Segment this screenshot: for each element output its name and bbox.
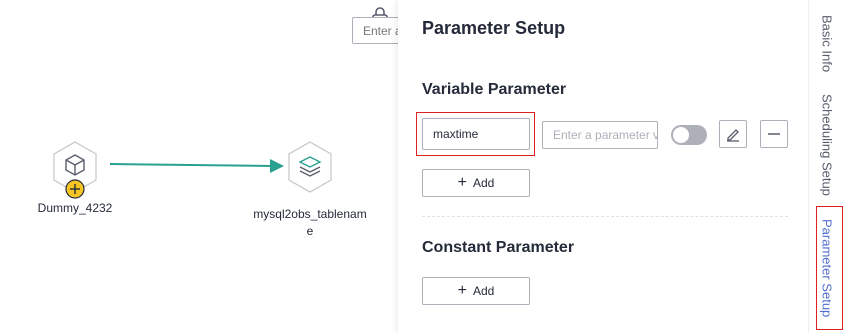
- variable-parameter-title: Variable Parameter: [422, 81, 567, 98]
- edit-icon: [727, 129, 739, 142]
- add-variable-label: Add: [472, 176, 495, 190]
- node-mysql2obs[interactable]: mysql2obs_tablenam e: [250, 140, 370, 240]
- param-value-input[interactable]: [542, 121, 658, 149]
- tab-basic-info[interactable]: Basic Info: [809, 8, 844, 80]
- node-label-line2: e: [306, 224, 314, 238]
- tab-scheduling-setup-label: Scheduling Setup: [819, 94, 835, 196]
- section-divider: [422, 216, 788, 217]
- tab-scheduling-setup[interactable]: Scheduling Setup: [809, 88, 844, 202]
- node-label: mysql2obs_tablenam e: [253, 206, 366, 240]
- add-badge-icon[interactable]: [65, 179, 85, 199]
- node-dummy[interactable]: Dummy_4232: [38, 140, 112, 217]
- tab-highlight-annotation: [816, 206, 843, 330]
- workflow-canvas[interactable]: Dummy_4232 mysql2obs_tablenam e: [0, 0, 412, 333]
- plus-icon: +: [457, 174, 467, 191]
- param-toggle[interactable]: [671, 125, 707, 145]
- add-constant-button[interactable]: + Add: [422, 277, 530, 305]
- panel-title: Parameter Setup: [422, 18, 566, 38]
- app-root: Dummy_4232 mysql2obs_tablenam e Paramete…: [0, 0, 844, 333]
- tab-basic-info-label: Basic Info: [819, 15, 835, 73]
- toggle-knob: [673, 127, 689, 143]
- node-label: Dummy_4232: [37, 201, 113, 215]
- add-variable-button[interactable]: + Add: [422, 169, 530, 197]
- highlight-annotation: [416, 112, 535, 156]
- node-label-line1: mysql2obs_tablenam: [253, 207, 367, 221]
- constant-parameter-title: Constant Parameter: [422, 239, 575, 256]
- add-constant-label: Add: [472, 284, 495, 298]
- parameter-panel: Parameter Setup Variable Parameter + Add…: [398, 0, 808, 333]
- minus-icon: [768, 133, 780, 135]
- edit-button[interactable]: [719, 120, 747, 148]
- remove-button[interactable]: [760, 120, 788, 148]
- layers-icon: [288, 141, 332, 193]
- plus-icon: +: [457, 282, 467, 299]
- vertical-tabs: Basic Info Scheduling Setup Parameter Se…: [808, 0, 844, 333]
